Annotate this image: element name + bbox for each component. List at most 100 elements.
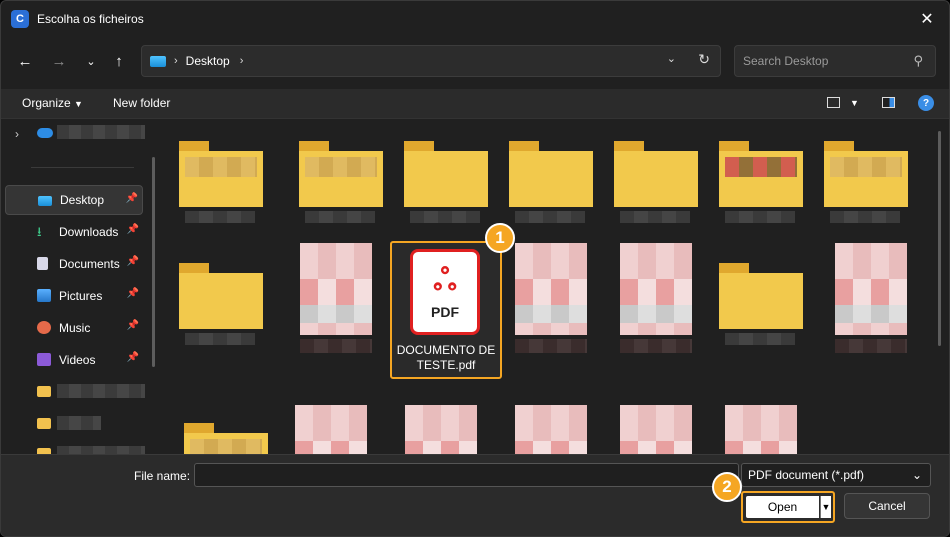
redacted-folder-label[interactable] <box>57 446 145 454</box>
file-dialog-window: C Escolha os ficheiros ✕ ← → ⌄ ↑ › Deskt… <box>0 0 950 537</box>
folder-item[interactable] <box>715 249 807 345</box>
redacted-cloud-label <box>57 125 145 139</box>
folder-icon <box>37 386 51 397</box>
preview-pane-icon[interactable] <box>882 97 895 108</box>
up-arrow-icon[interactable]: ↑ <box>107 49 131 73</box>
file-name-line1: DOCUMENTO DE <box>396 343 496 357</box>
acrobat-logo-icon: ஃ <box>433 264 457 297</box>
folder-item[interactable] <box>505 127 597 223</box>
pdf-file-item[interactable] <box>825 243 917 353</box>
back-arrow-icon[interactable]: ← <box>13 49 37 73</box>
file-type-select[interactable]: PDF document (*.pdf) ⌄ <box>741 463 931 487</box>
cloud-icon <box>37 128 53 138</box>
dialog-footer: File name: PDF document (*.pdf) ⌄ Open ▼… <box>1 454 949 536</box>
redacted-folder-label[interactable] <box>57 384 145 398</box>
cancel-button[interactable]: Cancel <box>844 493 930 519</box>
open-options-dropdown-icon[interactable]: ▼ <box>820 496 831 518</box>
file-name-label: File name: <box>134 469 191 483</box>
view-mode-icon[interactable] <box>827 97 840 108</box>
pin-icon[interactable]: 📌 <box>127 256 139 267</box>
sidebar-divider <box>31 167 134 168</box>
app-logo-icon: C <box>11 10 29 28</box>
sidebar-item-downloads[interactable]: ⭳ Downloads 📌 <box>5 217 143 247</box>
step-1-badge: 1 <box>485 223 515 253</box>
documents-icon <box>37 257 48 270</box>
sidebar-item-videos[interactable]: Videos 📌 <box>5 345 143 375</box>
new-folder-button[interactable]: New folder <box>113 96 170 110</box>
pin-icon[interactable]: 📌 <box>127 320 139 331</box>
open-button-highlight: Open ▼ <box>741 491 835 523</box>
chevron-down-icon: ⌄ <box>911 468 922 482</box>
recent-locations-chevron-icon[interactable]: ⌄ <box>79 49 103 73</box>
folder-icon <box>37 418 51 429</box>
pin-icon[interactable]: 📌 <box>126 193 138 204</box>
download-icon: ⭳ <box>37 224 42 239</box>
file-list <box>161 119 949 454</box>
file-type-value: PDF document (*.pdf) <box>748 468 865 482</box>
folder-item[interactable] <box>175 127 267 223</box>
videos-icon <box>37 353 51 366</box>
pdf-file-item[interactable] <box>285 405 377 454</box>
music-icon <box>37 321 51 334</box>
sidebar-item-label: Videos <box>59 353 96 367</box>
breadcrumb-chevron-icon[interactable]: › <box>240 55 244 67</box>
pin-icon[interactable]: 📌 <box>127 352 139 363</box>
selected-pdf-file[interactable]: ஃ PDF DOCUMENTO DE TESTE.pdf <box>390 241 502 379</box>
sidebar-item-desktop[interactable]: Desktop 📌 <box>5 185 143 215</box>
chevron-down-icon: ▼ <box>74 99 83 109</box>
pdf-file-item[interactable] <box>395 405 487 454</box>
pdf-file-item[interactable] <box>715 405 807 454</box>
forward-arrow-icon[interactable]: → <box>47 49 71 73</box>
help-icon[interactable]: ? <box>918 95 934 111</box>
breadcrumb-chevron-icon[interactable]: › <box>174 55 178 67</box>
folder-item[interactable] <box>175 249 267 345</box>
sidebar-scrollbar[interactable] <box>152 157 155 367</box>
folder-item[interactable] <box>295 127 387 223</box>
pdf-file-item[interactable] <box>505 243 597 353</box>
folder-item[interactable] <box>180 409 272 454</box>
pdf-icon-label: PDF <box>431 304 459 320</box>
organize-menu[interactable]: Organize ▼ <box>22 96 83 110</box>
expand-chevron-icon[interactable]: › <box>15 127 19 141</box>
window-title: Escolha os ficheiros <box>37 12 144 26</box>
selected-file-name: DOCUMENTO DE TESTE.pdf <box>392 343 500 373</box>
sidebar-item-label: Pictures <box>59 289 103 303</box>
search-icon[interactable]: ⚲ <box>913 53 923 69</box>
desktop-icon <box>38 196 52 206</box>
organize-label: Organize <box>22 96 71 110</box>
sidebar-item-label: Documents <box>59 257 120 271</box>
pdf-file-icon: ஃ PDF <box>410 249 480 335</box>
folder-item[interactable] <box>820 127 912 223</box>
open-button[interactable]: Open <box>746 496 819 518</box>
file-list-scrollbar[interactable] <box>938 131 941 346</box>
command-bar: Organize ▼ New folder ▼ ? <box>1 89 949 119</box>
folder-item[interactable] <box>400 127 492 223</box>
search-box[interactable]: ⚲ <box>734 45 936 77</box>
pin-icon[interactable]: 📌 <box>127 224 139 235</box>
pdf-file-item[interactable] <box>290 243 382 353</box>
pdf-file-item[interactable] <box>610 243 702 353</box>
breadcrumb-desktop[interactable]: Desktop <box>186 54 230 68</box>
redacted-folder-label[interactable] <box>57 416 101 430</box>
sidebar-item-label: Music <box>59 321 91 335</box>
sidebar-item-pictures[interactable]: Pictures 📌 <box>5 281 143 311</box>
pdf-file-item[interactable] <box>505 405 597 454</box>
address-dropdown-chevron-icon[interactable]: ⌄ <box>667 52 676 65</box>
close-icon[interactable]: ✕ <box>915 7 939 31</box>
view-options-chevron-icon[interactable]: ▼ <box>850 98 859 108</box>
sidebar-item-documents[interactable]: Documents 📌 <box>5 249 143 279</box>
file-name-input[interactable] <box>194 463 739 487</box>
refresh-icon[interactable]: ↻ <box>698 51 710 68</box>
pdf-file-item[interactable] <box>610 405 702 454</box>
sidebar-item-music[interactable]: Music 📌 <box>5 313 143 343</box>
file-name-line2: TESTE.pdf <box>416 358 476 372</box>
search-input[interactable] <box>743 54 903 68</box>
folder-item[interactable] <box>610 127 702 223</box>
title-bar: C Escolha os ficheiros ✕ <box>1 1 949 37</box>
step-2-badge: 2 <box>712 472 742 502</box>
pin-icon[interactable]: 📌 <box>127 288 139 299</box>
folder-item[interactable] <box>715 127 807 223</box>
navigation-bar: ← → ⌄ ↑ › Desktop › ⌄ ↻ ⚲ <box>1 41 949 81</box>
address-bar[interactable]: › Desktop › ⌄ ↻ <box>141 45 721 77</box>
sidebar-item-label: Desktop <box>60 193 105 207</box>
